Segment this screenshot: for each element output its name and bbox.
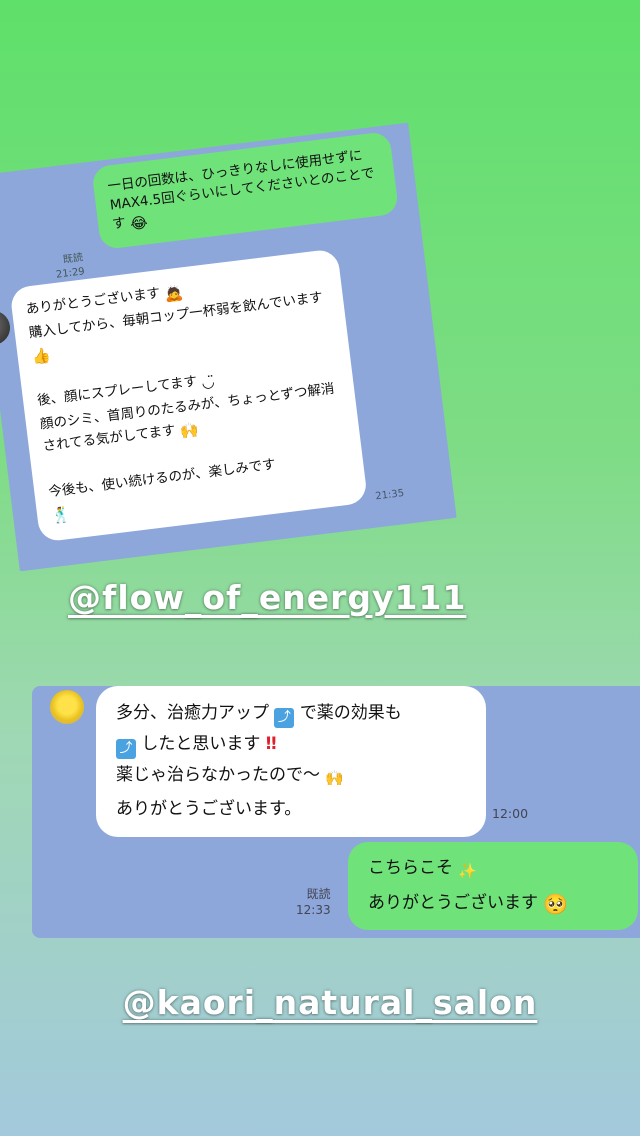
sent-message-bubble: こちらこそ ✨ ありがとうございます 🥺 bbox=[348, 842, 638, 930]
mention-tag-2[interactable]: @kaori_natural_salon bbox=[70, 972, 590, 1034]
thumbs-up-icon: 👍 bbox=[30, 346, 52, 367]
bowing-sticker-icon: 🙇 bbox=[163, 283, 185, 304]
sent-line-1: こちらこそ bbox=[368, 858, 453, 878]
mention-tag-1[interactable]: @flow_of_energy111 bbox=[68, 578, 466, 617]
cheering-sticker-icon: 🙌 bbox=[178, 420, 200, 441]
smile-icon: ◡̈ bbox=[200, 372, 216, 392]
raised-hands-icon: 🙌 bbox=[325, 769, 345, 787]
received-message-bubble: ありがとうございます 🙇 購入してから、毎朝コップ一杯弱を飲んでいます 👍 後、… bbox=[9, 248, 369, 543]
sent-message-meta: 既読 21:29 bbox=[54, 251, 86, 282]
read-status: 既読 bbox=[306, 887, 331, 901]
laughing-emoji-icon: 😂 bbox=[129, 213, 149, 234]
praying-face-icon: 🥺 bbox=[543, 892, 569, 916]
dancing-sticker-icon: 🕺 bbox=[50, 504, 72, 526]
received-line-4: ありがとうございます。 bbox=[116, 799, 302, 819]
chat-screenshot-2: 多分、治癒力アップ ⤴ で薬の効果も ⤴ したと思います ‼ 薬じゃ治らなかった… bbox=[32, 686, 640, 938]
sent-message-meta: 既読 12:33 bbox=[296, 886, 331, 918]
up-arrow-icon: ⤴ bbox=[274, 708, 295, 728]
received-line-3: 薬じゃ治らなかったので〜 bbox=[116, 765, 320, 785]
sent-time: 12:33 bbox=[296, 903, 331, 917]
received-time: 21:35 bbox=[374, 487, 405, 503]
received-line-2: したと思います bbox=[141, 734, 261, 754]
up-arrow-icon: ⤴ bbox=[116, 739, 136, 759]
received-line-1a: 多分、治癒力アップ bbox=[116, 703, 269, 723]
received-message-bubble: 多分、治癒力アップ ⤴ で薬の効果も ⤴ したと思います ‼ 薬じゃ治らなかった… bbox=[96, 686, 486, 837]
received-time: 12:00 bbox=[492, 806, 529, 821]
sent-line-2: ありがとうございます bbox=[368, 893, 538, 913]
double-exclamation-icon: ‼ bbox=[265, 734, 277, 754]
avatar bbox=[50, 690, 84, 724]
avatar bbox=[0, 308, 12, 347]
sent-message-bubble: 一日の回数は、ひっきりなしに使用せずに MAX4.5回ぐらいにしてくださいとのこ… bbox=[91, 131, 400, 251]
sparkles-icon: ✨ bbox=[458, 862, 478, 880]
received-line-1b: で薬の効果も bbox=[299, 703, 402, 723]
chat-screenshot-1: 一日の回数は、ひっきりなしに使用せずに MAX4.5回ぐらいにしてくださいとのこ… bbox=[0, 122, 457, 572]
